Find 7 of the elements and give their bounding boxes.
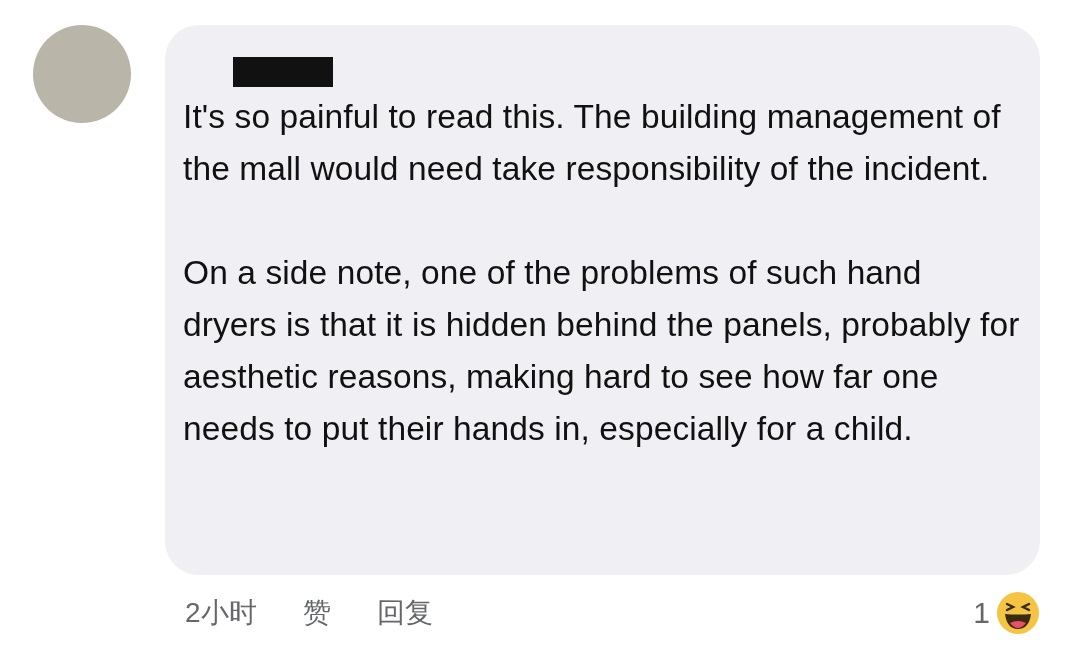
reaction-count[interactable]: 1 — [973, 596, 990, 630]
comment-text: On a side note, one of the problems of such hand dryers is that it is hidden behind the panels, probably for aesthetic reasons, making hard to see how far one needs to put their hands in, especially for a child. — [183, 253, 1021, 449]
comment-action-link[interactable]: 赞 — [302, 594, 331, 632]
comment-action-link[interactable]: 回复 — [376, 594, 433, 632]
comment-time: 2小时 — [185, 596, 257, 630]
comment-text: It's so painful to read this. The building management of the mall would need take responsibility of the incident. — [183, 97, 1002, 189]
laughing-emoji-icon[interactable] — [996, 591, 1040, 635]
